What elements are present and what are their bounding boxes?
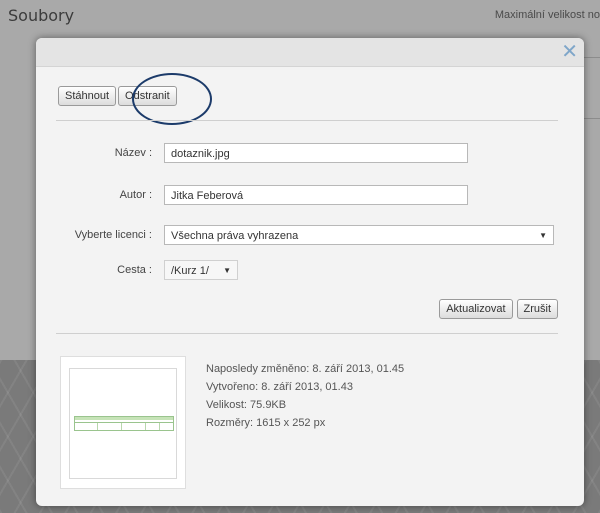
divider xyxy=(56,333,558,334)
name-label: Název : xyxy=(114,147,152,159)
close-icon[interactable]: ✕ xyxy=(561,40,578,62)
modified-date: Naposledy změněno: 8. září 2013, 01.45 xyxy=(206,363,405,375)
thumbnail-image xyxy=(69,368,177,479)
image-preview-graphic xyxy=(74,416,174,431)
license-select[interactable]: Všechna práva vyhrazena ▼ xyxy=(164,225,554,245)
divider xyxy=(56,120,558,121)
update-button[interactable]: Aktualizovat xyxy=(439,299,513,319)
created-date: Vytvořeno: 8. září 2013, 01.43 xyxy=(206,381,353,393)
license-select-value: Všechna práva vyhrazena xyxy=(171,230,299,242)
file-metadata: Naposledy změněno: 8. září 2013, 01.45 V… xyxy=(206,360,404,432)
dialog-header: ✕ xyxy=(36,38,584,67)
license-row: Vyberte licenci : Všechna práva vyhrazen… xyxy=(36,225,584,247)
delete-button[interactable]: Odstranit xyxy=(118,86,177,106)
chevron-down-icon: ▼ xyxy=(223,266,231,275)
path-label: Cesta : xyxy=(117,264,152,276)
download-button[interactable]: Stáhnout xyxy=(58,86,117,106)
author-row: Autor : Jitka Feberová xyxy=(36,185,584,207)
license-label: Vyberte licenci : xyxy=(74,229,152,241)
name-row: Název : dotaznik.jpg xyxy=(36,143,584,165)
author-input[interactable]: Jitka Feberová xyxy=(164,185,468,205)
image-dimensions: Rozměry: 1615 x 252 px xyxy=(206,417,326,429)
file-size: Velikost: 75.9KB xyxy=(206,399,287,411)
form-actions: Aktualizovat Zrušit xyxy=(435,299,558,319)
name-input[interactable]: dotaznik.jpg xyxy=(164,143,468,163)
file-thumbnail xyxy=(60,356,186,489)
cancel-button[interactable]: Zrušit xyxy=(516,299,558,319)
page-title: Soubory xyxy=(8,6,75,25)
max-size-text: Maximální velikost no xyxy=(494,9,600,21)
author-label: Autor : xyxy=(119,189,152,201)
path-row: Cesta : /Kurz 1/ ▼ xyxy=(36,260,584,282)
path-select-value: /Kurz 1/ xyxy=(171,265,209,277)
path-select[interactable]: /Kurz 1/ ▼ xyxy=(164,260,238,280)
file-details-dialog: ✕ Stáhnout Odstranit Název : dotaznik.jpg… xyxy=(36,38,584,506)
chevron-down-icon: ▼ xyxy=(539,231,547,240)
dialog-toolbar: Stáhnout Odstranit xyxy=(58,86,179,106)
